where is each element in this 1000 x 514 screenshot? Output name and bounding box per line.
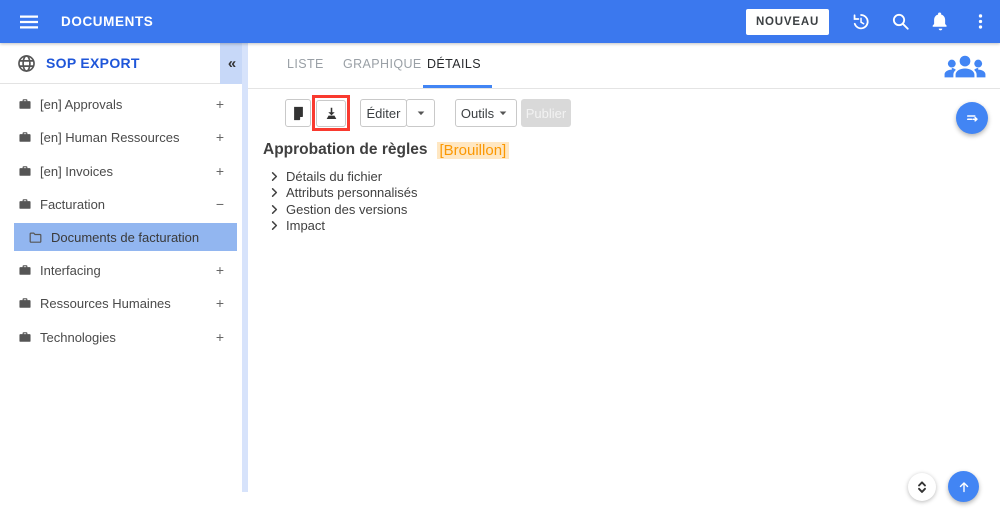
edit-dropdown-button[interactable] [406,99,435,127]
notifications-button[interactable] [920,2,960,42]
search-icon [890,11,911,32]
kebab-menu-icon [971,12,990,31]
tab-details[interactable]: DÉTAILS [427,57,481,71]
sidebar-item-label: Documents de facturation [51,229,200,245]
section-details-du-fichier[interactable]: Détails du fichier [268,168,418,185]
tools-label: Outils [460,105,495,121]
caret-down-icon [495,105,511,121]
status-badge: [Brouillon] [436,141,510,159]
expand-toggle[interactable]: + [208,163,232,179]
history-button[interactable] [840,2,880,42]
unfold-more-icon [913,478,931,496]
chevron-right-icon [268,203,281,216]
section-label: Gestion des versions [286,201,408,217]
briefcase-icon [18,296,32,310]
new-document-button[interactable] [285,99,311,127]
briefcase-icon [18,130,32,144]
sidebar-item-label: Technologies [40,329,116,345]
download-button[interactable] [316,99,346,127]
arrow-up-icon [956,479,972,495]
app-title: DOCUMENTS [61,14,154,29]
tab-liste[interactable]: LISTE [287,57,324,71]
chevron-right-icon [268,186,281,199]
new-button[interactable]: NOUVEAU [746,8,829,35]
tab-bar: LISTE GRAPHIQUE DÉTAILS [248,43,1000,89]
search-button[interactable] [880,2,920,42]
document-title: Approbation de règles [263,141,428,158]
chevron-right-icon [268,219,281,232]
section-impact[interactable]: Impact [268,218,418,235]
sidebar-item-interfacing[interactable]: Interfacing + [0,257,242,283]
sidebar-header: SOP EXPORT « [0,43,244,84]
workspace-title[interactable]: SOP EXPORT [46,55,140,71]
sidebar-item-label: Ressources Humaines [40,295,171,311]
sidebar-item-label: Interfacing [40,262,101,278]
document-header: Approbation de règles [Brouillon] [263,141,510,159]
sidebar-item-en-approvals[interactable]: [en] Approvals + [0,91,242,117]
expand-toggle[interactable]: + [208,329,232,345]
briefcase-icon [18,97,32,111]
sidebar-item-technologies[interactable]: Technologies + [0,324,242,350]
main-content: LISTE GRAPHIQUE DÉTAILS Éditer Outils Pu… [248,43,1000,514]
sidebar-collapse-button[interactable]: « [220,43,244,84]
history-icon [850,11,871,32]
expand-toggle[interactable]: + [208,295,232,311]
sidebar-item-en-human-ressources[interactable]: [en] Human Ressources + [0,124,242,150]
collapsible-sections: Détails du fichier Attributs personnalis… [268,168,418,234]
briefcase-icon [18,197,32,211]
expand-toggle[interactable]: + [208,96,232,112]
briefcase-icon [18,330,32,344]
sidebar-item-documents-de-facturation[interactable]: Documents de facturation [14,223,237,251]
top-app-bar: DOCUMENTS NOUVEAU [0,0,1000,43]
sidebar-item-facturation[interactable]: Facturation − [0,191,242,217]
bell-icon [930,11,951,32]
sidebar-item-label: [en] Approvals [40,96,123,112]
sidebar-item-label: Facturation [40,196,106,212]
publish-button[interactable]: Publier [521,99,571,127]
sidebar: SOP EXPORT « [en] Approvals + [en] Human… [0,43,244,514]
section-label: Impact [286,218,326,234]
sidebar-item-ressources-humaines[interactable]: Ressources Humaines + [0,290,242,316]
section-label: Détails du fichier [286,168,383,184]
briefcase-icon [18,263,32,277]
chevron-right-icon [268,170,281,183]
more-options-button[interactable] [960,2,1000,42]
folder-icon [28,230,43,245]
download-icon [323,105,340,122]
tools-dropdown-button[interactable]: Outils [455,99,517,127]
expand-collapse-all-button[interactable] [908,473,936,501]
globe-icon [16,53,37,74]
active-tab-indicator [423,85,492,88]
sidebar-item-label: [en] Human Ressources [40,129,180,145]
scroll-to-top-button[interactable] [948,471,979,502]
groups-icon[interactable] [943,50,987,86]
file-icon [290,105,307,122]
section-attributs-personnalises[interactable]: Attributs personnalisés [268,185,418,202]
list-arrow-icon [963,109,981,127]
annotation-highlight-box [312,95,350,131]
expand-toggle[interactable]: + [208,129,232,145]
caret-down-icon [413,105,429,121]
sidebar-item-label: [en] Invoices [40,163,113,179]
collapse-toggle[interactable]: − [208,196,232,212]
menu-icon[interactable] [17,10,41,34]
section-gestion-des-versions[interactable]: Gestion des versions [268,201,418,218]
briefcase-icon [18,164,32,178]
quick-actions-fab[interactable] [956,102,988,134]
tab-graphique[interactable]: GRAPHIQUE [343,57,422,71]
expand-toggle[interactable]: + [208,262,232,278]
sidebar-item-en-invoices[interactable]: [en] Invoices + [0,158,242,184]
edit-button[interactable]: Éditer [360,99,407,127]
section-label: Attributs personnalisés [286,185,418,201]
